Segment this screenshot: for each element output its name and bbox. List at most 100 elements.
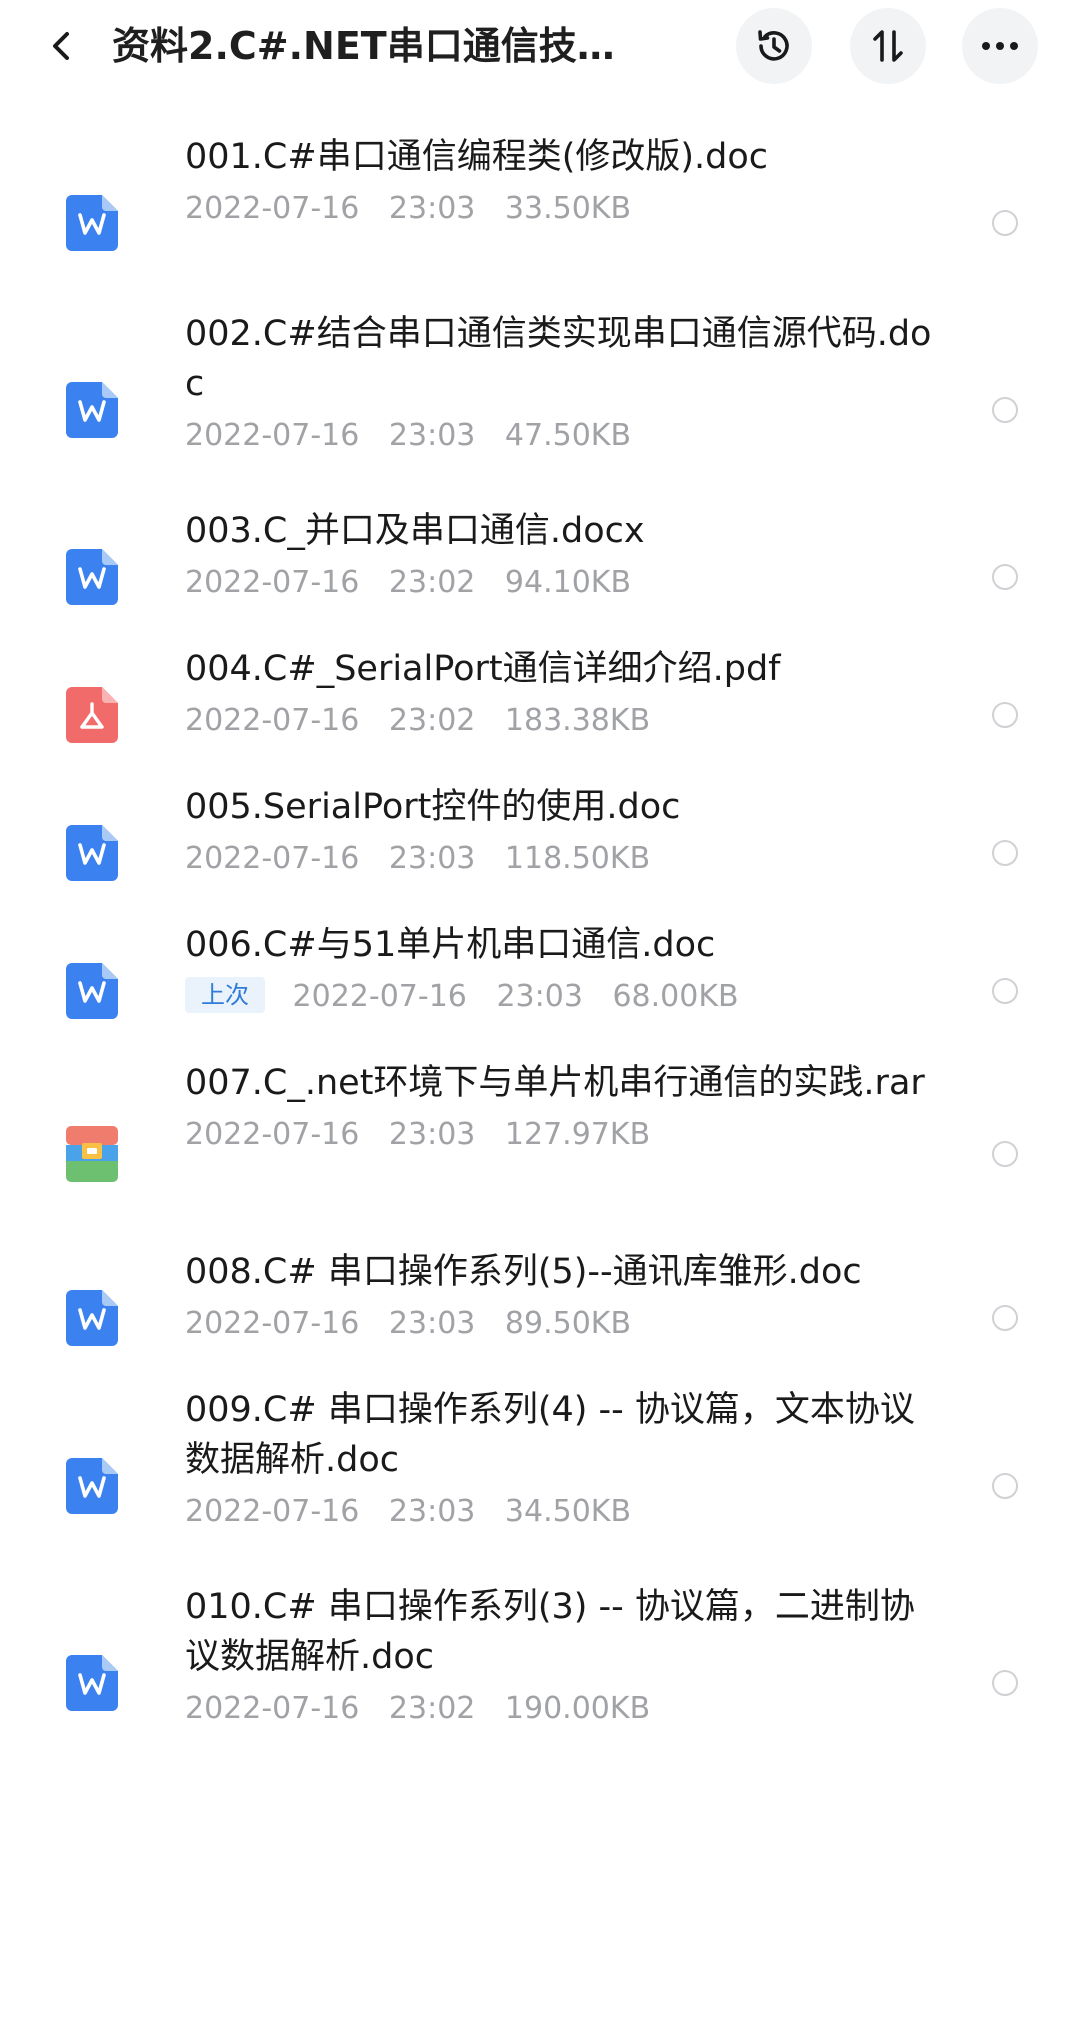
- file-meta: 2022-07-16 23:03 47.50KB: [185, 416, 945, 456]
- file-name: 005.SerialPort控件的使用.doc: [185, 787, 681, 827]
- word-doc-icon: [66, 195, 118, 251]
- file-row[interactable]: 008.C# 串口操作系列(5)--通讯库雏形.doc 2022-07-16 2…: [0, 1247, 1080, 1385]
- file-name: 010.C# 串口操作系列(3) -- 协议篇，二进制协议数据解析.doc: [185, 1587, 915, 1677]
- select-radio[interactable]: [992, 1670, 1018, 1696]
- sort-button[interactable]: [850, 8, 926, 84]
- file-name: 001.C#串口通信编程类(修改版).doc: [185, 137, 769, 177]
- file-meta: 2022-07-16 23:02 183.38KB: [185, 701, 945, 741]
- word-doc-icon: [66, 825, 118, 881]
- file-name: 007.C_.net环境下与单片机串行通信的实践.rar: [185, 1063, 925, 1103]
- file-size: 118.50KB: [504, 841, 651, 876]
- file-row[interactable]: 002.C#结合串口通信类实现串口通信源代码.doc 2022-07-16 23…: [0, 309, 1080, 507]
- back-button[interactable]: [38, 22, 86, 70]
- select-radio[interactable]: [992, 210, 1018, 236]
- file-name: 004.C#_SerialPort通信详细介绍.pdf: [185, 649, 781, 689]
- file-time: 23:02: [388, 1691, 476, 1726]
- select-radio[interactable]: [992, 1473, 1018, 1499]
- file-meta: 2022-07-16 23:03 127.97KB: [185, 1115, 945, 1155]
- file-text: 005.SerialPort控件的使用.doc 2022-07-16 23:03…: [185, 782, 945, 879]
- file-time: 23:03: [388, 1306, 476, 1341]
- word-doc-icon: [66, 1290, 118, 1346]
- sort-icon: [873, 30, 903, 62]
- file-row[interactable]: 005.SerialPort控件的使用.doc 2022-07-16 23:03…: [0, 782, 1080, 920]
- file-size: 47.50KB: [504, 418, 632, 453]
- word-doc-icon: [66, 1655, 118, 1711]
- file-meta: 2022-07-16 23:03 34.50KB: [185, 1492, 945, 1532]
- file-text: 002.C#结合串口通信类实现串口通信源代码.doc 2022-07-16 23…: [185, 309, 945, 456]
- history-icon: [758, 30, 789, 61]
- file-text: 010.C# 串口操作系列(3) -- 协议篇，二进制协议数据解析.doc 20…: [185, 1582, 945, 1729]
- file-name: 003.C_并口及串口通信.docx: [185, 511, 645, 551]
- file-date: 2022-07-16: [292, 979, 467, 1014]
- file-size: 190.00KB: [504, 1691, 651, 1726]
- file-list: 001.C#串口通信编程类(修改版).doc 2022-07-16 23:03 …: [0, 92, 1080, 2035]
- file-date: 2022-07-16: [185, 565, 360, 600]
- file-meta: 2022-07-16 23:03 118.50KB: [185, 839, 945, 879]
- file-meta: 上次 2022-07-16 23:03 68.00KB: [185, 977, 945, 1017]
- file-time: 23:03: [388, 1117, 476, 1152]
- file-meta: 2022-07-16 23:02 94.10KB: [185, 563, 945, 603]
- archive-icon: [66, 1126, 118, 1182]
- file-date: 2022-07-16: [185, 703, 360, 738]
- word-doc-icon: [66, 549, 118, 605]
- chevron-left-icon: [53, 32, 69, 60]
- file-date: 2022-07-16: [185, 418, 360, 453]
- select-radio[interactable]: [992, 564, 1018, 590]
- select-radio[interactable]: [992, 397, 1018, 423]
- more-horizontal-icon: [982, 42, 1018, 50]
- file-date: 2022-07-16: [185, 1306, 360, 1341]
- file-meta: 2022-07-16 23:02 190.00KB: [185, 1689, 945, 1729]
- file-text: 009.C# 串口操作系列(4) -- 协议篇，文本协议数据解析.doc 202…: [185, 1385, 945, 1532]
- select-radio[interactable]: [992, 1305, 1018, 1331]
- file-name: 002.C#结合串口通信类实现串口通信源代码.doc: [185, 314, 932, 404]
- word-doc-icon: [66, 963, 118, 1019]
- file-text: 006.C#与51单片机串口通信.doc 上次 2022-07-16 23:03…: [185, 920, 945, 1017]
- word-doc-icon: [66, 382, 118, 438]
- top-bar: 资料2.C#.NET串口通信技…: [0, 0, 1080, 92]
- file-time: 23:03: [388, 191, 476, 226]
- file-text: 004.C#_SerialPort通信详细介绍.pdf 2022-07-16 2…: [185, 644, 945, 741]
- more-button[interactable]: [962, 8, 1038, 84]
- file-time: 23:03: [388, 418, 476, 453]
- file-name: 006.C#与51单片机串口通信.doc: [185, 925, 716, 965]
- file-date: 2022-07-16: [185, 1494, 360, 1529]
- file-time: 23:03: [496, 979, 583, 1014]
- file-row[interactable]: 004.C#_SerialPort通信详细介绍.pdf 2022-07-16 2…: [0, 644, 1080, 782]
- file-date: 2022-07-16: [185, 841, 360, 876]
- file-text: 003.C_并口及串口通信.docx 2022-07-16 23:02 94.1…: [185, 506, 945, 603]
- file-text: 007.C_.net环境下与单片机串行通信的实践.rar 2022-07-16 …: [185, 1058, 945, 1155]
- select-radio[interactable]: [992, 702, 1018, 728]
- file-row[interactable]: 007.C_.net环境下与单片机串行通信的实践.rar 2022-07-16 …: [0, 1058, 1080, 1246]
- file-date: 2022-07-16: [185, 1691, 360, 1726]
- history-button[interactable]: [736, 8, 812, 84]
- file-name: 009.C# 串口操作系列(4) -- 协议篇，文本协议数据解析.doc: [185, 1390, 915, 1480]
- file-time: 23:03: [388, 1494, 476, 1529]
- file-meta: 2022-07-16 23:03 33.50KB: [185, 189, 945, 229]
- file-date: 2022-07-16: [185, 1117, 360, 1152]
- file-size: 89.50KB: [504, 1306, 632, 1341]
- file-row[interactable]: 003.C_并口及串口通信.docx 2022-07-16 23:02 94.1…: [0, 506, 1080, 644]
- file-time: 23:03: [388, 841, 476, 876]
- file-row[interactable]: 001.C#串口通信编程类(修改版).doc 2022-07-16 23:03 …: [0, 132, 1080, 310]
- file-size: 183.38KB: [504, 703, 651, 738]
- page-title: 资料2.C#.NET串口通信技…: [112, 24, 615, 68]
- file-time: 23:02: [388, 703, 476, 738]
- file-text: 008.C# 串口操作系列(5)--通讯库雏形.doc 2022-07-16 2…: [185, 1247, 945, 1344]
- file-date: 2022-07-16: [185, 191, 360, 226]
- file-row[interactable]: 010.C# 串口操作系列(3) -- 协议篇，二进制协议数据解析.doc 20…: [0, 1582, 1080, 1780]
- file-size: 94.10KB: [504, 565, 632, 600]
- word-doc-icon: [66, 1458, 118, 1514]
- select-radio[interactable]: [992, 840, 1018, 866]
- file-size: 127.97KB: [504, 1117, 651, 1152]
- file-time: 23:02: [388, 565, 476, 600]
- select-radio[interactable]: [992, 1141, 1018, 1167]
- file-name: 008.C# 串口操作系列(5)--通讯库雏形.doc: [185, 1252, 862, 1292]
- file-size: 33.50KB: [504, 191, 632, 226]
- file-meta: 2022-07-16 23:03 89.50KB: [185, 1304, 945, 1344]
- file-row[interactable]: 006.C#与51单片机串口通信.doc 上次 2022-07-16 23:03…: [0, 920, 1080, 1058]
- select-radio[interactable]: [992, 978, 1018, 1004]
- pdf-icon: [66, 687, 118, 743]
- file-size: 34.50KB: [504, 1494, 632, 1529]
- file-row[interactable]: 009.C# 串口操作系列(4) -- 协议篇，文本协议数据解析.doc 202…: [0, 1385, 1080, 1583]
- last-opened-badge: 上次: [185, 977, 265, 1013]
